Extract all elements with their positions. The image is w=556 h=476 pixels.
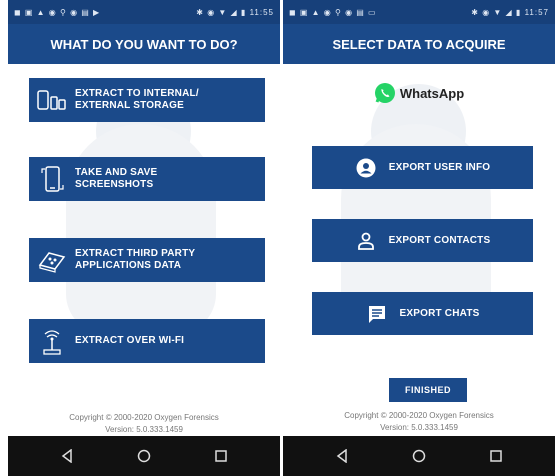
status-bar: ◼ ▣ ▲ ◉ ⚲ ◉ ▤ ▭ ✱ ◉ ▼ ◢ ▮ 11:57 [283,0,555,24]
apps-data-icon [35,245,69,275]
button-label: EXPORT CONTACTS [388,234,491,246]
recents-icon[interactable] [206,441,236,471]
status-icons: ✱ ◉ ▼ ◢ ▮ [471,7,522,17]
button-label: TAKE AND SAVE SCREENSHOTS [75,167,158,190]
page-title: WHAT DO YOU WANT TO DO? [8,24,280,64]
export-contacts-button[interactable]: EXPORT CONTACTS [312,219,533,262]
watermark-figure [66,124,216,334]
user-circle-icon [355,157,377,179]
right-phone-screen: ◼ ▣ ▲ ◉ ⚲ ◉ ▤ ▭ ✱ ◉ ▼ ◢ ▮ 11:57 SELECT D… [283,0,555,476]
back-icon[interactable] [327,441,357,471]
system-status: ✱ ◉ ▼ ◢ ▮ 11:55 [196,8,274,17]
chat-icon [366,303,388,325]
button-label: EXTRACT TO INTERNAL/EXTERNAL STORAGE [75,88,199,111]
take-screenshots-button[interactable]: TAKE AND SAVE SCREENSHOTS [29,157,265,201]
export-chats-button[interactable]: EXPORT CHATS [312,292,533,335]
status-icons: ✱ ◉ ▼ ◢ ▮ [196,7,247,17]
whatsapp-logo-icon [374,83,395,103]
android-nav-bar [8,436,280,476]
android-nav-bar [283,436,555,476]
wifi-tower-icon [35,326,69,356]
button-label: EXPORT CHATS [399,307,480,319]
left-phone-screen: ◼ ▣ ▲ ◉ ⚲ ◉ ▤ ▶ ✱ ◉ ▼ ◢ ▮ 11:55 WHAT DO … [8,0,280,476]
home-icon[interactable] [404,441,434,471]
export-user-info-button[interactable]: EXPORT USER INFO [312,146,533,189]
extract-storage-button[interactable]: EXTRACT TO INTERNAL/EXTERNAL STORAGE [29,78,265,122]
whatsapp-header: WhatsApp [283,82,555,104]
clock: 11:55 [249,7,274,17]
phone-screenshot-icon [35,164,69,194]
clock: 11:57 [524,7,549,17]
person-outline-icon [355,230,377,252]
extract-wifi-button[interactable]: EXTRACT OVER WI-FI [29,319,265,363]
home-icon[interactable] [129,441,159,471]
system-status: ✱ ◉ ▼ ◢ ▮ 11:57 [471,8,549,17]
status-bar: ◼ ▣ ▲ ◉ ⚲ ◉ ▤ ▶ ✱ ◉ ▼ ◢ ▮ 11:55 [8,0,280,24]
notification-icons: ◼ ▣ ▲ ◉ ⚲ ◉ ▤ ▭ [289,7,377,17]
page-title: SELECT DATA TO ACQUIRE [283,24,555,64]
copyright-text: Copyright © 2000-2020 Oxygen Forensics V… [344,411,494,432]
main-content: EXTRACT TO INTERNAL/EXTERNAL STORAGE TAK… [8,64,280,436]
extract-third-party-button[interactable]: EXTRACT THIRD PARTY APPLICATIONS DATA [29,238,265,282]
main-content: WhatsApp EXPORT USER INFO EXPORT CONTACT… [283,64,555,436]
finished-button[interactable]: FINISHED [389,378,467,402]
back-icon[interactable] [52,441,82,471]
recents-icon[interactable] [481,441,511,471]
button-label: EXTRACT OVER WI-FI [75,335,185,346]
app-name: WhatsApp [399,85,465,101]
copyright-text: Copyright © 2000-2020 Oxygen Forensics V… [69,413,219,434]
button-label: EXPORT USER INFO [388,161,491,173]
button-label: EXTRACT THIRD PARTY APPLICATIONS DATA [75,248,196,271]
notification-icons: ◼ ▣ ▲ ◉ ⚲ ◉ ▤ ▶ [14,7,101,17]
storage-devices-icon [35,85,69,115]
